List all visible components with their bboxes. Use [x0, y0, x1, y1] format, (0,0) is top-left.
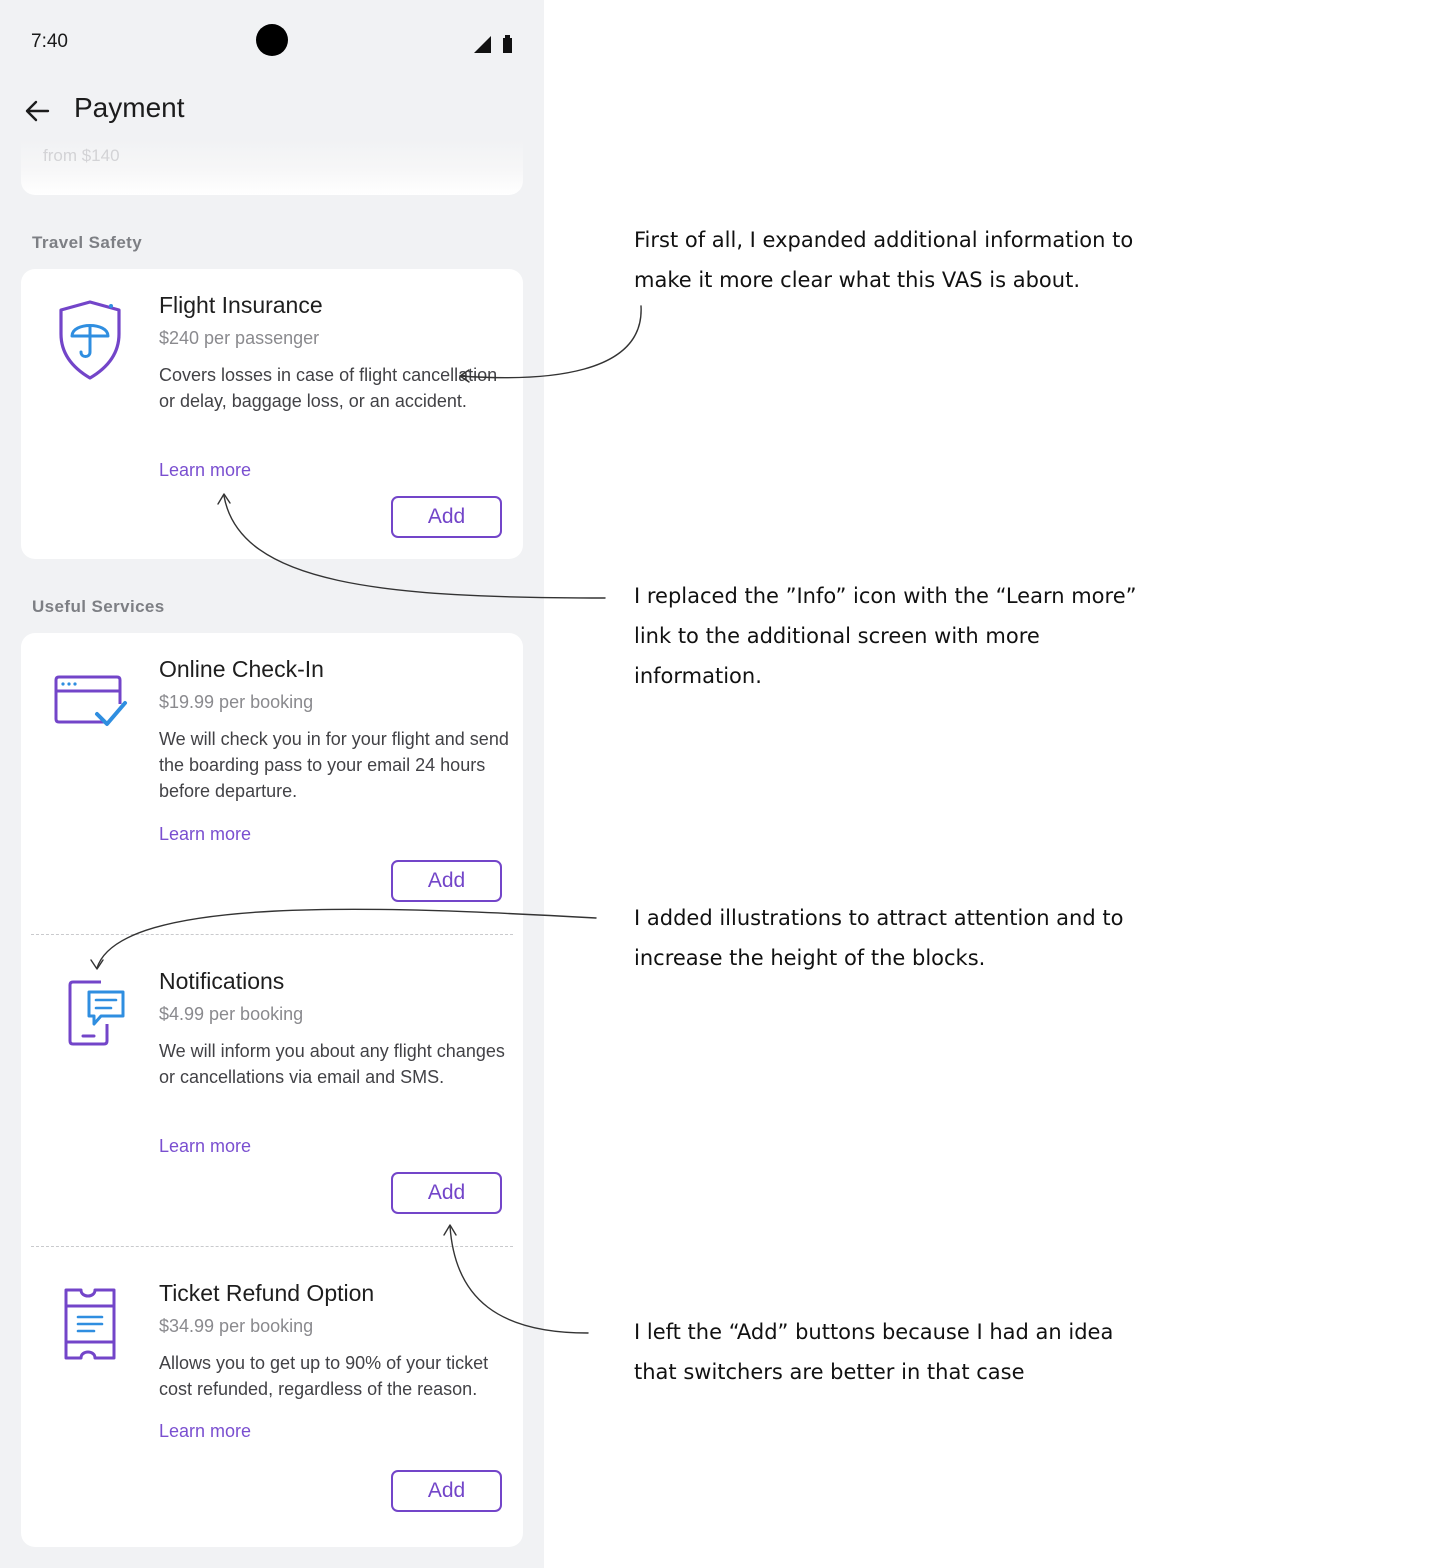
annotation-learn-more: I replaced the ”Info” icon with the “Lea…	[634, 584, 1137, 688]
add-button[interactable]: Add	[391, 860, 502, 902]
status-bar: 7:40	[0, 0, 544, 80]
service-description: We will inform you about any flight chan…	[159, 1041, 505, 1087]
service-price: $34.99 per booking	[159, 1316, 314, 1336]
previous-card-bottom: from $140	[21, 140, 523, 195]
annotation-expanded-info: First of all, I expanded additional info…	[634, 228, 1134, 292]
learn-more-link[interactable]: Learn more	[159, 1136, 251, 1157]
back-arrow-icon[interactable]	[22, 96, 52, 126]
learn-more-link[interactable]: Learn more	[159, 824, 251, 845]
ticket-icon	[64, 1288, 116, 1360]
add-button[interactable]: Add	[391, 1470, 502, 1512]
add-button[interactable]: Add	[391, 1172, 502, 1214]
annotation-add-buttons: I left the “Add” buttons because I had a…	[634, 1320, 1114, 1384]
service-price: $240 per passenger	[159, 328, 320, 348]
annotation-illustrations: I added illustrations to attract attenti…	[634, 906, 1124, 970]
service-price: $4.99 per booking	[159, 1004, 304, 1024]
add-button[interactable]: Add	[391, 496, 502, 538]
learn-more-link[interactable]: Learn more	[159, 1421, 251, 1442]
service-description: We will check you in for your flight and…	[159, 729, 509, 801]
previous-card-price: from $140	[43, 146, 120, 165]
section-header-useful-services: Useful Services	[32, 597, 165, 616]
item-divider	[31, 1246, 513, 1247]
service-title: Ticket Refund Option	[159, 1280, 375, 1306]
service-item-ticket-refund: Ticket Refund Option $34.99 per booking …	[21, 1280, 523, 1530]
service-item-flight-insurance: Flight Insurance $240 per passenger Cove…	[21, 292, 523, 542]
umbrella-shield-icon	[59, 300, 121, 380]
page-title: Payment	[74, 92, 185, 123]
status-time: 7:40	[31, 31, 68, 52]
front-camera	[256, 24, 288, 56]
signal-battery-icon	[474, 35, 512, 53]
item-divider	[31, 934, 513, 935]
phone-screen: 7:40 Payment from $140 Travel Safety Fli…	[0, 0, 544, 1568]
learn-more-link[interactable]: Learn more	[159, 460, 251, 481]
service-item-notifications: Notifications $4.99 per booking We will …	[21, 968, 523, 1218]
service-title: Online Check-In	[159, 656, 324, 682]
section-header-travel-safety: Travel Safety	[32, 233, 143, 252]
service-title: Notifications	[159, 968, 285, 994]
browser-check-icon	[54, 675, 127, 726]
service-description: Covers losses in case of flight cancella…	[159, 365, 498, 411]
useful-services-card: Online Check-In $19.99 per booking We wi…	[21, 633, 523, 1547]
service-item-online-check-in: Online Check-In $19.99 per booking We wi…	[21, 656, 523, 906]
service-price: $19.99 per booking	[159, 692, 314, 712]
service-title: Flight Insurance	[159, 292, 323, 318]
phone-chat-icon	[68, 980, 125, 1046]
service-description: Allows you to get up to 90% of your tick…	[159, 1353, 489, 1399]
travel-safety-card: Flight Insurance $240 per passenger Cove…	[21, 269, 523, 559]
app-bar: Payment	[0, 80, 544, 140]
